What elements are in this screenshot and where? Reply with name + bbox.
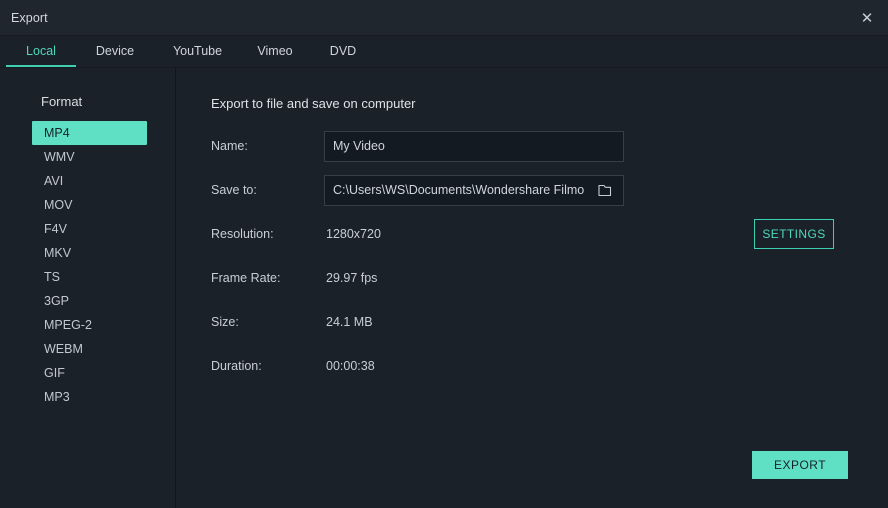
- format-item-wmv[interactable]: WMV: [32, 145, 147, 169]
- resolution-label: Resolution:: [211, 227, 324, 241]
- format-sidebar: Format MP4 WMV AVI MOV F4V MKV TS 3GP MP…: [0, 68, 176, 508]
- duration-row: Duration: 00:00:38: [211, 351, 888, 381]
- tab-dvd[interactable]: DVD: [313, 35, 373, 67]
- format-list: MP4 WMV AVI MOV F4V MKV TS 3GP MPEG-2 WE…: [0, 121, 175, 409]
- tab-vimeo[interactable]: Vimeo: [240, 35, 310, 67]
- save-to-input-value: C:\Users\WS\Documents\Wondershare Filmo: [333, 183, 593, 197]
- window-title: Export: [11, 11, 48, 25]
- format-item-mp4[interactable]: MP4: [32, 121, 147, 145]
- title-bar: Export ✕: [0, 0, 888, 36]
- tab-bar: Local Device YouTube Vimeo DVD: [0, 36, 888, 68]
- name-label: Name:: [211, 139, 324, 153]
- duration-label: Duration:: [211, 359, 324, 373]
- format-item-gif[interactable]: GIF: [32, 361, 147, 385]
- export-dialog: Export ✕ Local Device YouTube Vimeo DVD …: [0, 0, 888, 508]
- name-input-value: My Video: [333, 139, 615, 153]
- size-row: Size: 24.1 MB: [211, 307, 888, 337]
- save-to-input[interactable]: C:\Users\WS\Documents\Wondershare Filmo: [324, 175, 624, 206]
- save-to-row: Save to: C:\Users\WS\Documents\Wondersha…: [211, 175, 888, 205]
- name-row: Name: My Video: [211, 131, 888, 161]
- format-item-mkv[interactable]: MKV: [32, 241, 147, 265]
- close-icon[interactable]: ✕: [846, 0, 888, 36]
- format-item-avi[interactable]: AVI: [32, 169, 147, 193]
- format-item-ts[interactable]: TS: [32, 265, 147, 289]
- sidebar-title: Format: [0, 94, 175, 109]
- name-input[interactable]: My Video: [324, 131, 624, 162]
- resolution-value: 1280x720: [324, 227, 381, 241]
- format-item-mp3[interactable]: MP3: [32, 385, 147, 409]
- export-settings-panel: Export to file and save on computer Name…: [176, 68, 888, 508]
- format-item-mov[interactable]: MOV: [32, 193, 147, 217]
- size-value: 24.1 MB: [324, 315, 373, 329]
- panel-heading: Export to file and save on computer: [211, 96, 888, 111]
- format-item-f4v[interactable]: F4V: [32, 217, 147, 241]
- tab-youtube[interactable]: YouTube: [155, 35, 240, 67]
- tab-device[interactable]: Device: [75, 35, 155, 67]
- resolution-row: Resolution: 1280x720 SETTINGS: [211, 219, 888, 249]
- tab-local[interactable]: Local: [8, 35, 74, 67]
- folder-icon[interactable]: [597, 182, 615, 198]
- frame-rate-value: 29.97 fps: [324, 271, 377, 285]
- duration-value: 00:00:38: [324, 359, 375, 373]
- dialog-body: Format MP4 WMV AVI MOV F4V MKV TS 3GP MP…: [0, 68, 888, 508]
- format-item-3gp[interactable]: 3GP: [32, 289, 147, 313]
- size-label: Size:: [211, 315, 324, 329]
- save-to-label: Save to:: [211, 183, 324, 197]
- settings-button[interactable]: SETTINGS: [754, 219, 834, 249]
- format-item-mpeg2[interactable]: MPEG-2: [32, 313, 147, 337]
- frame-rate-label: Frame Rate:: [211, 271, 324, 285]
- format-item-webm[interactable]: WEBM: [32, 337, 147, 361]
- export-button[interactable]: EXPORT: [752, 451, 848, 479]
- frame-rate-row: Frame Rate: 29.97 fps: [211, 263, 888, 293]
